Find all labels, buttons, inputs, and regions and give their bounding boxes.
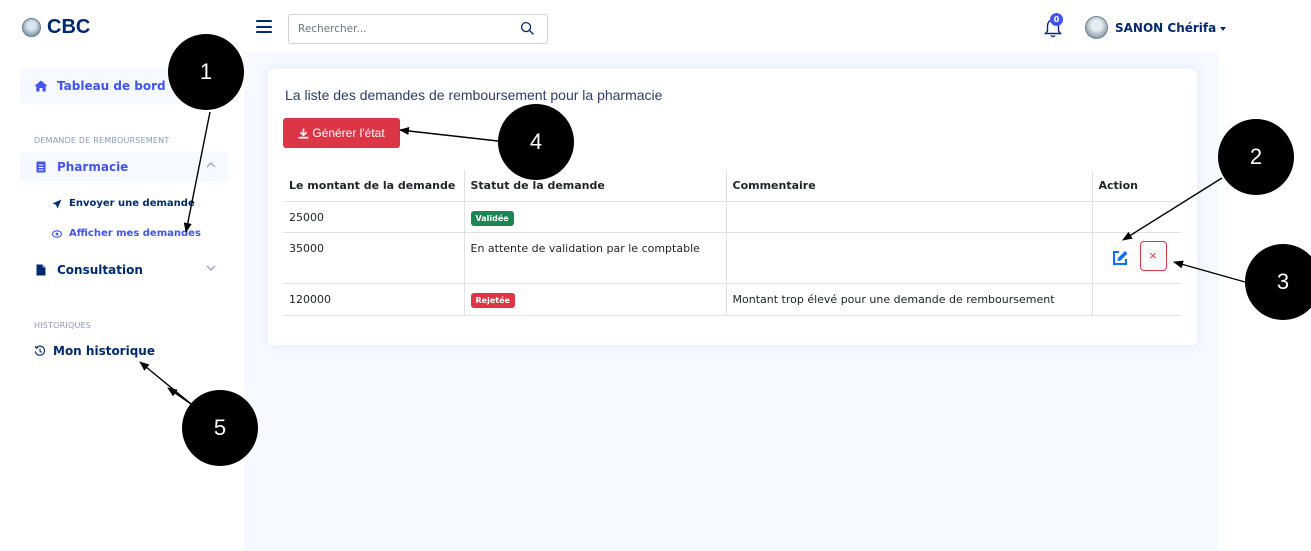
annotation-callout-3: 3 xyxy=(1245,244,1311,320)
annotation-callout-4: 4 xyxy=(498,104,574,180)
annotation-callout-1: 1 xyxy=(168,34,244,110)
annotation-callout-2: 2 xyxy=(1218,119,1294,195)
annotation-callout-5: 5 xyxy=(182,390,258,466)
